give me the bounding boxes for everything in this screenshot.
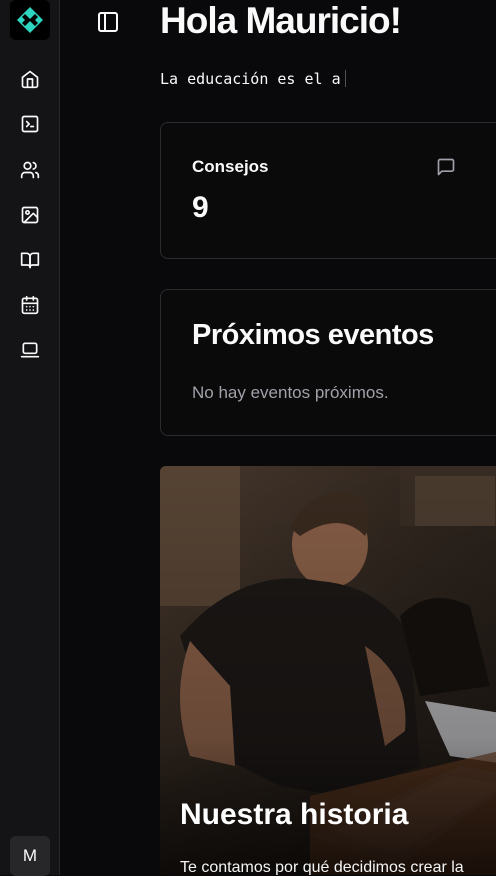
events-title: Próximos eventos [192,319,434,351]
sidebar-toggle-button[interactable] [94,8,122,36]
history-title: Nuestra historia [180,798,409,831]
events-empty-message: No hay eventos próximos. [192,383,389,402]
typing-caret [344,70,346,87]
terminal-icon [21,115,39,133]
calendar-icon [21,295,39,315]
home-icon [21,70,39,89]
history-banner[interactable]: Nuestra historia Te contamos por qué dec… [160,466,496,875]
typing-text: La educación es el a [160,70,341,88]
history-description: Te contamos por qué decidimos crear la [180,859,464,875]
main-content: Hola Mauricio! La educación es el a Cons… [60,0,496,875]
sidebar-item-users[interactable] [16,156,44,184]
sidebar-item-terminal[interactable] [16,110,44,138]
message-square-icon [437,158,455,176]
sidebar-item-images[interactable] [16,201,44,229]
tips-stat-card: Consejos 9 [160,122,496,259]
image-icon [21,206,39,224]
users-icon [20,161,40,179]
laptop-icon [20,342,40,358]
sidebar-item-devices[interactable] [16,336,44,364]
typing-tagline: La educación es el a [160,70,346,88]
page-title: Hola Mauricio! [160,0,402,41]
sidebar-item-home[interactable] [16,65,44,93]
sidebar: M [0,0,60,876]
sidebar-item-library[interactable] [16,246,44,274]
sidebar-toggle-icon [98,12,118,32]
logo-icon [17,7,43,33]
tips-label: Consejos [192,157,269,176]
app-logo[interactable] [10,0,50,40]
upcoming-events-card: Próximos eventos No hay eventos próximos… [160,289,496,436]
sidebar-item-calendar[interactable] [16,291,44,319]
user-avatar[interactable]: M [10,836,50,876]
tips-count: 9 [192,191,209,224]
book-icon [20,252,40,269]
